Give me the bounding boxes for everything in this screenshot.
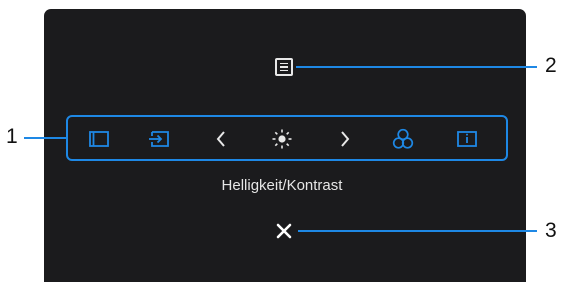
brightness-icon[interactable] — [271, 128, 293, 150]
callout-line-1 — [24, 137, 67, 139]
shortcut-toolbar — [66, 115, 508, 161]
close-icon[interactable] — [275, 222, 293, 240]
input-source-icon[interactable] — [148, 128, 170, 150]
callout-number-2: 2 — [545, 54, 557, 77]
chevron-left-icon[interactable] — [210, 128, 232, 150]
callout-line-3 — [298, 230, 537, 232]
callout-number-3: 3 — [545, 219, 557, 242]
color-icon[interactable] — [392, 128, 414, 150]
chevron-right-icon[interactable] — [334, 128, 356, 150]
preset-mode-icon[interactable] — [88, 128, 110, 150]
callout-line-2 — [296, 66, 537, 68]
info-icon[interactable] — [456, 128, 478, 150]
callout-number-1: 1 — [6, 125, 18, 148]
menu-icon[interactable] — [275, 58, 293, 76]
osd-caption: Helligkeit/Kontrast — [221, 177, 343, 194]
